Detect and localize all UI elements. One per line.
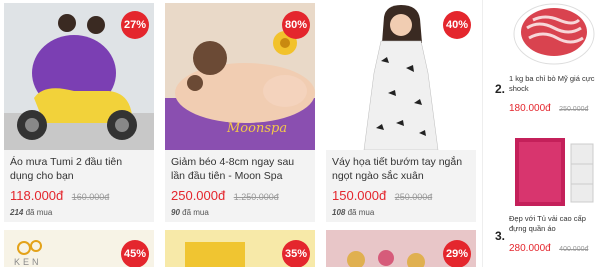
discount-badge: 80%	[282, 11, 310, 39]
deal-sold-count: 90 đã mua	[171, 208, 209, 217]
sidebar-item-price: 180.000đ	[509, 103, 551, 114]
deal-old-price: 160.000đ	[71, 192, 110, 202]
deal-title[interactable]: Áo mưa Tumi 2 đầu tiên dụng cho bạn	[10, 155, 148, 183]
deal-card[interactable]: KEN 45%	[4, 230, 154, 267]
deal-card[interactable]: 29%	[326, 230, 476, 267]
deal-price: 118.000đ	[10, 188, 64, 203]
deal-sold-count: 108 đã mua	[332, 208, 375, 217]
sidebar-item[interactable]: 1 kg ba chỉ bò Mỹ giá cực shock 180.000đ…	[509, 0, 599, 116]
deal-price: 150.000đ	[332, 188, 387, 203]
sidebar-item-image[interactable]	[509, 0, 599, 68]
deal-price: 250.000đ	[171, 188, 226, 203]
sidebar-rank: 2.	[495, 82, 506, 96]
sidebar-item-title[interactable]: 1 kg ba chỉ bò Mỹ giá cực shock	[509, 74, 599, 94]
deal-title[interactable]: Giảm béo 4-8cm ngay sau lần đầu tiên - M…	[171, 155, 309, 183]
sidebar-rank: 3.	[495, 229, 506, 243]
brand-logo: KEN	[14, 257, 42, 267]
discount-badge: 45%	[121, 240, 149, 267]
deal-card[interactable]: 27% Áo mưa Tumi 2 đầu tiên dụng cho bạn …	[4, 3, 154, 222]
discount-badge: 29%	[443, 240, 471, 267]
sidebar-item[interactable]: Đẹp với Tủ vải cao cấp đựng quần áo 280.…	[509, 134, 599, 256]
deal-old-price: 1.250.000đ	[233, 192, 279, 202]
sidebar-item-old-price: 250.000đ	[559, 106, 589, 113]
deal-sold-count: 214 đã mua	[10, 208, 53, 217]
deal-card[interactable]: 35%	[165, 230, 315, 267]
discount-badge: 40%	[443, 11, 471, 39]
sidebar-item-price: 280.000đ	[509, 243, 551, 254]
discount-badge: 35%	[282, 240, 310, 267]
deal-card[interactable]: 40% Váy họa tiết bướm tay ngắn ngọt ngào…	[326, 3, 476, 222]
sidebar-item-title[interactable]: Đẹp với Tủ vải cao cấp đựng quần áo	[509, 214, 599, 234]
deal-image[interactable]: 27%	[4, 3, 154, 150]
deal-old-price: 250.000đ	[394, 192, 433, 202]
deal-image[interactable]: 80% Moonspa	[165, 3, 315, 150]
deal-image[interactable]: 40%	[326, 3, 476, 150]
sidebar-item-image[interactable]	[509, 134, 599, 210]
sidebar-item-old-price: 400.000đ	[559, 246, 589, 253]
brand-logo: Moonspa	[227, 121, 288, 136]
discount-badge: 27%	[121, 11, 149, 39]
top-deals-sidebar: 1 kg ba chỉ bò Mỹ giá cực shock 180.000đ…	[482, 0, 600, 267]
deal-card[interactable]: 80% Moonspa Giảm béo 4-8cm ngay sau lần …	[165, 3, 315, 222]
deal-title[interactable]: Váy họa tiết bướm tay ngắn ngọt ngào sắc…	[332, 155, 470, 183]
